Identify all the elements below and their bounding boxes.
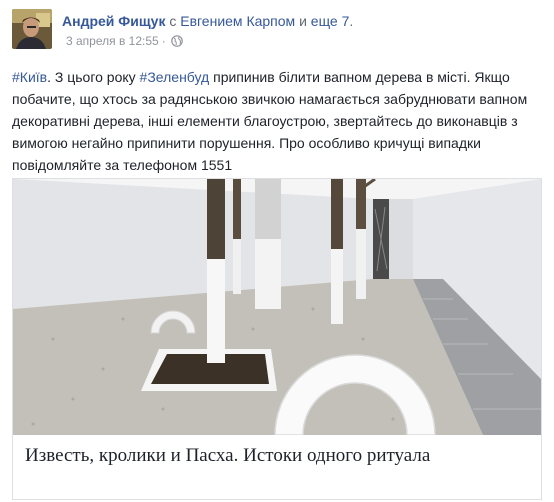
author-avatar[interactable] — [12, 9, 52, 49]
and-word: и — [299, 13, 307, 29]
post-text-part1: . З цього року — [47, 69, 140, 85]
others-link[interactable]: еще 7 — [311, 13, 350, 29]
hashtag-zelenbud[interactable]: #Зеленбуд — [140, 69, 210, 85]
header-period: . — [349, 13, 354, 29]
meta-separator: · — [161, 34, 166, 48]
timestamp-link[interactable]: 3 апреля в 12:55 — [66, 34, 159, 48]
attachment-title[interactable]: Известь, кролики и Пасха. Истоки одного … — [25, 445, 430, 467]
with-word: с — [169, 13, 177, 29]
post-header: Андрей Фищук с Евгением Карпом и еще 7. — [62, 13, 353, 29]
avatar-photo — [12, 9, 52, 49]
hashtag-kyiv[interactable]: #Київ — [12, 69, 47, 85]
author-name-link[interactable]: Андрей Фищук — [62, 13, 165, 29]
tagged-person-link[interactable]: Евгением Карпом — [180, 13, 295, 29]
post-body-text: #Київ. З цього року #Зеленбуд припинив б… — [12, 66, 544, 176]
link-attachment[interactable]: Известь, кролики и Пасха. Истоки одного … — [12, 178, 542, 500]
attachment-image[interactable] — [13, 179, 541, 435]
gallery-photo — [13, 179, 541, 435]
globe-icon[interactable] — [170, 35, 183, 50]
facebook-post: Андрей Фищук с Евгением Карпом и еще 7 . … — [0, 0, 554, 502]
post-meta: 3 апреля в 12:55 · — [66, 34, 183, 50]
